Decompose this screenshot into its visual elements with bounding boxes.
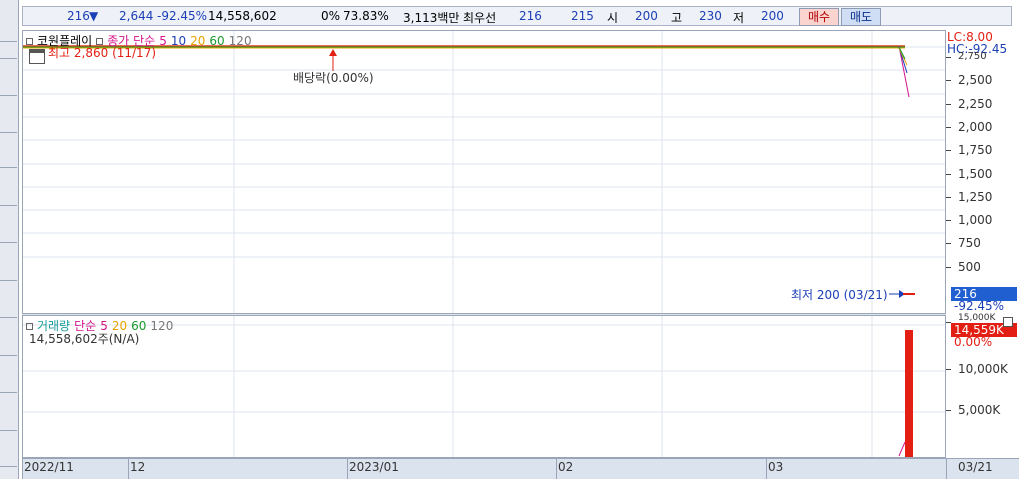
ma-period-5: 5 xyxy=(159,34,167,48)
volume-chart-svg xyxy=(23,316,945,457)
vol-y-tick-label: 10,000K xyxy=(958,362,1008,376)
dividend-arrow-head xyxy=(329,49,337,56)
dividend-annotation: 배당락(0.00%) xyxy=(293,71,374,85)
best-bid: 215 xyxy=(571,9,594,23)
legend-box-icon xyxy=(26,323,33,330)
vol-y-tick-label: 15,000K xyxy=(958,313,996,323)
vol-y-tick-label: 5,000K xyxy=(958,403,1001,417)
volume-panel[interactable]: 거래량 단순 5 20 60 120 14,558,602주(N/A) xyxy=(23,316,945,457)
y-tick-label: 1,750 xyxy=(958,143,993,158)
y-tick xyxy=(946,196,951,198)
left-edge-strip xyxy=(0,0,19,479)
x-tick-label: 2023/01 xyxy=(349,460,399,474)
ma-period-120: 120 xyxy=(228,34,252,48)
volume-value-text: 14,558,602주(N/A) xyxy=(29,332,140,346)
ma-period-10: 10 xyxy=(170,34,187,48)
low-label: 저 xyxy=(733,11,745,25)
buy-button[interactable]: 매수 xyxy=(799,8,839,26)
open-label: 시 xyxy=(607,11,619,25)
ma-period-20: 20 xyxy=(190,34,206,48)
sell-button[interactable]: 매도 xyxy=(841,8,881,26)
x-tick xyxy=(766,459,767,479)
x-tick-label: 12 xyxy=(130,460,146,474)
y-tick-label: 1,250 xyxy=(958,189,993,204)
x-tick-label: 2022/11 xyxy=(24,460,74,474)
y-tick-label: 2,750 xyxy=(958,51,987,62)
change-value: 2,644 xyxy=(119,9,154,23)
y-tick xyxy=(946,80,951,82)
y-tick xyxy=(946,150,951,152)
y-tick-label: 2,250 xyxy=(958,96,993,111)
high-price: 230 xyxy=(699,9,722,23)
y-tick-label: 1,000 xyxy=(958,213,993,228)
x-tick-label: 03 xyxy=(768,460,784,474)
x-tick xyxy=(347,459,348,479)
price-panel[interactable]: 코원플레이 종가 단순 5 10 20 60 120 최고 2,860 (11/17) 배당… xyxy=(23,31,945,313)
calendar-icon[interactable] xyxy=(29,49,45,64)
vol-y-tick xyxy=(946,410,951,411)
zero-percent: 0% xyxy=(321,9,341,23)
y-tick xyxy=(946,126,951,128)
quote-info-bar: 216 ▼ 2,644 -92.45% 14,558,602 0% 73.83%… xyxy=(22,6,1012,26)
y-axis[interactable]: LC:8.00 HC:-92.45 2,750 2,500 2,250 2,000 1,… xyxy=(946,30,1019,458)
current-price: 216 xyxy=(67,9,90,23)
volume-pct-label: 0.00% xyxy=(954,335,993,349)
high-label: 고 xyxy=(671,11,683,25)
price-grid xyxy=(23,31,945,313)
y-tick-label: 750 xyxy=(958,236,981,251)
current-pct-label: -92.45% xyxy=(954,299,1005,313)
best-ask: 216 xyxy=(519,9,542,23)
ma-periods: 5 10 20 60 120 xyxy=(159,34,255,48)
legend-box-icon xyxy=(26,38,33,45)
vol-y-tick xyxy=(946,369,951,370)
volume-grid xyxy=(23,316,945,457)
change-percent: -92.45% xyxy=(157,9,208,23)
low-price: 200 xyxy=(761,9,784,23)
ratio-percent: 73.83% xyxy=(343,9,389,23)
ma5-drop-line xyxy=(898,45,910,98)
low-annotation: 최저 200 (03/21) xyxy=(791,288,888,302)
vol-ma-period-120: 120 xyxy=(150,319,174,333)
best-price-label: 최우선 xyxy=(463,11,497,25)
x-tick-label: 02 xyxy=(558,460,574,474)
vol-ma5-line xyxy=(898,441,906,457)
axis-divider xyxy=(946,459,947,479)
x-tick xyxy=(556,459,557,479)
x-tick xyxy=(128,459,129,479)
open-price: 200 xyxy=(635,9,658,23)
ma-period-60: 60 xyxy=(209,34,225,48)
y-tick-label: 2,500 xyxy=(958,73,993,88)
y-tick xyxy=(946,266,951,268)
y-tick xyxy=(946,220,951,222)
x-tick xyxy=(22,459,23,479)
high-annotation: 최고 2,860 (11/17) xyxy=(48,46,157,60)
panel-settings-icon[interactable] xyxy=(1003,317,1013,327)
trade-amount: 3,113백만 xyxy=(403,11,460,25)
down-arrow-icon: ▼ xyxy=(89,9,99,23)
y-tick-label: 2,000 xyxy=(958,119,993,134)
y-tick xyxy=(946,57,951,58)
price-chart-svg xyxy=(23,31,945,313)
ma20-drop-line xyxy=(898,47,908,66)
x-axis[interactable]: 2022/11 12 2023/01 02 03 03/21 xyxy=(22,458,1019,479)
y-tick xyxy=(946,243,951,245)
y-tick xyxy=(946,103,951,105)
current-date-label: 03/21 xyxy=(958,460,993,474)
y-tick-label: 1,500 xyxy=(958,166,993,181)
y-tick-label: 500 xyxy=(958,259,981,274)
volume-bar xyxy=(905,330,913,457)
volume-value: 14,558,602 xyxy=(208,9,277,23)
y-tick xyxy=(946,173,951,175)
